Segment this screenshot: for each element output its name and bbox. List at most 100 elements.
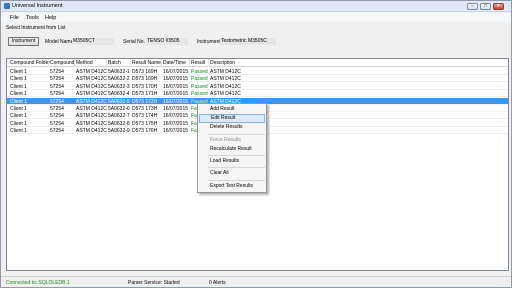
table-cell: 57254	[50, 69, 64, 75]
resize-grip-icon[interactable]: ⋰	[503, 280, 509, 286]
column-separator[interactable]	[48, 59, 49, 67]
column-header[interactable]: Method	[76, 60, 93, 66]
table-cell: D573 169H	[132, 76, 158, 83]
context-menu-separator	[208, 155, 265, 156]
status-bar: Connected to: SQLOLEDB.1 Parser Service:…	[1, 276, 511, 287]
context-menu-item[interactable]: Add Result	[199, 105, 265, 114]
instrument-info-row: Instrument Model Name M3505CT Serial No.…	[1, 35, 511, 49]
table-cell: 16/07/2015	[163, 91, 189, 98]
table-cell: D573 170H	[132, 83, 158, 90]
table-cell: 5A0632-1	[108, 69, 130, 75]
context-menu-item[interactable]: Recalculate Result	[199, 145, 265, 154]
table-cell: ASTM D412C	[76, 113, 107, 120]
table-cell: Client 1	[10, 120, 27, 127]
table-cell: ASTM D412C	[210, 76, 241, 83]
column-separator[interactable]	[106, 59, 107, 67]
table-cell: 16/07/2015	[163, 69, 189, 75]
alerts-status: 0 Alerts	[209, 280, 226, 286]
table-row[interactable]: Client 1 57254 ASTM D412C 5A0632-4 D573 171H…	[7, 90, 508, 98]
table-cell: Fa	[191, 113, 197, 120]
column-separator[interactable]	[189, 59, 190, 67]
instrument-label: Instrument	[197, 39, 221, 45]
table-cell: 57254	[50, 106, 64, 112]
table-cell: 5A0632-3	[108, 83, 130, 90]
table-cell: 5A0632-7	[108, 113, 130, 120]
table-cell: Client 1	[10, 128, 27, 135]
menu-help[interactable]: Help	[45, 15, 56, 21]
column-header[interactable]: Compound	[50, 60, 74, 66]
table-cell: Fa	[191, 120, 197, 127]
context-menu-item[interactable]: Load Results	[199, 157, 265, 166]
connection-status: Connected to: SQLOLEDB.1	[6, 280, 70, 286]
table-row[interactable]: Client 1 57254 ASTM D412C 5A0632-1 D573 169H…	[7, 68, 508, 75]
table-cell: 16/07/2015	[163, 106, 189, 112]
table-cell: Client 1	[10, 69, 27, 75]
menu-file[interactable]: File	[10, 15, 19, 21]
column-separator[interactable]	[208, 59, 209, 67]
table-cell: Passed	[191, 83, 208, 90]
window-title: Universal Instrument	[12, 3, 63, 9]
table-row[interactable]: Client 1 57254 ASTM D412C 5A0632-2 D573 169H…	[7, 75, 508, 83]
table-cell: 57254	[50, 76, 64, 83]
column-header[interactable]: Compound Folder	[10, 60, 50, 66]
table-cell: 16/07/2015	[163, 76, 189, 83]
serial-no-value: TENSO #3505	[146, 38, 188, 45]
table-row[interactable]: Client 1 57254 ASTM D412C 5A0632-3 D573 170H…	[7, 83, 508, 90]
table-cell: D573 171H	[132, 91, 158, 98]
context-menu-item[interactable]: Edit Result	[199, 114, 265, 123]
instruction-text: Select Instrument from List	[6, 25, 66, 31]
column-separator[interactable]	[161, 59, 162, 67]
table-cell: Client 1	[10, 113, 27, 120]
menu-tools[interactable]: Tools	[26, 15, 39, 21]
column-header[interactable]: Description	[210, 60, 235, 66]
table-cell: 57254	[50, 113, 64, 120]
context-menu-item[interactable]: Export Test Results	[199, 182, 265, 191]
table-cell: Client 1	[10, 106, 27, 112]
title-bar: Universal Instrument – □ ✕	[1, 1, 511, 12]
table-cell: 5A0632-9	[108, 128, 130, 135]
menu-bar: File Tools Help	[1, 13, 511, 22]
table-cell: ASTM D412C	[210, 69, 241, 75]
table-cell: Passed	[191, 69, 208, 75]
table-cell: 57254	[50, 120, 64, 127]
maximize-button[interactable]: □	[480, 3, 491, 10]
table-cell: Passed	[191, 76, 208, 83]
table-cell: ASTM D412C	[76, 69, 107, 75]
table-cell: ASTM D412C	[76, 91, 107, 98]
column-header[interactable]: Result Name	[132, 60, 161, 66]
column-header[interactable]: Date/Time	[163, 60, 186, 66]
table-cell: 57254	[50, 91, 64, 98]
close-button[interactable]: ✕	[493, 3, 504, 10]
model-name-value: M3505CT	[72, 38, 114, 45]
table-cell: ASTM D412C	[210, 91, 241, 98]
table-cell: 16/07/2015	[163, 83, 189, 90]
table-cell: 5A0632-5	[108, 98, 130, 105]
table-cell: 16/07/2015	[163, 128, 189, 135]
parser-status: Parser Service: Started	[128, 280, 180, 286]
context-menu: Add Result Edit Result Delete Results Force…	[197, 103, 267, 193]
model-name-label: Model Name	[45, 39, 74, 45]
table-cell: Client 1	[10, 76, 27, 83]
column-header[interactable]: Result	[191, 60, 205, 66]
context-menu-separator	[208, 180, 265, 181]
table-cell: 57254	[50, 98, 64, 105]
column-separator[interactable]	[130, 59, 131, 67]
instrument-button[interactable]: Instrument	[8, 37, 39, 46]
context-menu-item: Force Results	[210, 137, 241, 143]
context-menu-item[interactable]: Clear All	[199, 169, 265, 178]
table-cell: D573 176H	[132, 128, 158, 135]
table-cell: ASTM D412C	[76, 106, 107, 112]
table-cell: D573 173H	[132, 106, 158, 112]
minimize-button[interactable]: –	[467, 3, 478, 10]
table-cell: Fa	[191, 128, 197, 135]
table-cell: 57254	[50, 83, 64, 90]
column-separator[interactable]	[74, 59, 75, 67]
table-cell: 57254	[50, 128, 64, 135]
context-menu-separator	[208, 134, 265, 135]
table-cell: Passed	[191, 91, 208, 98]
context-menu-item[interactable]: Delete Results	[199, 123, 265, 132]
serial-no-label: Serial No.	[123, 39, 145, 45]
table-cell: Client 1	[10, 91, 27, 98]
column-header[interactable]: Batch	[108, 60, 121, 66]
table-cell: D573 175H	[132, 120, 158, 127]
